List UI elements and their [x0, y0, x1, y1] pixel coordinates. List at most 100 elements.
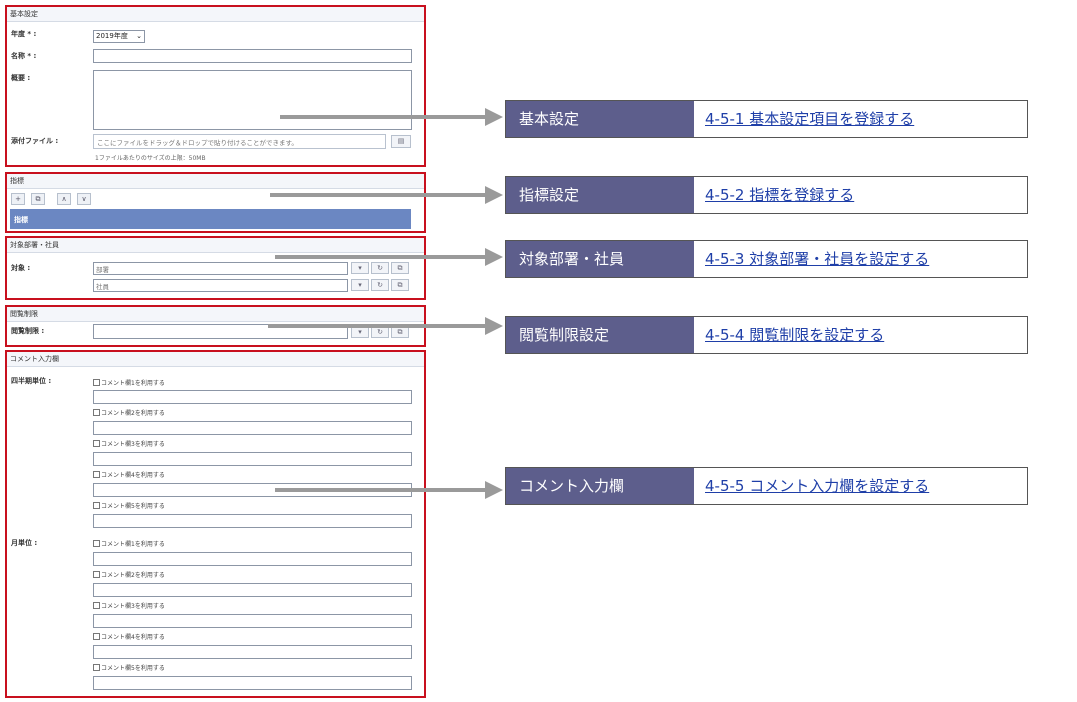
callout-link[interactable]: 4-5-3 対象部署・社員を設定する: [705, 241, 929, 277]
callout-category: 対象部署・社員: [506, 241, 694, 277]
callout-link[interactable]: 4-5-2 指標を登録する: [705, 177, 854, 213]
comment-input-q2[interactable]: [93, 421, 412, 435]
checkbox-label: コメント欄2を利用する: [101, 410, 165, 417]
comment-checkbox-m2[interactable]: コメント欄2を利用する: [93, 570, 165, 579]
file-picker-icon[interactable]: ▤: [391, 135, 411, 148]
comment-input-m1[interactable]: [93, 552, 412, 566]
arrow-head-icon: [485, 481, 503, 499]
comment-checkbox-m3[interactable]: コメント欄3を利用する: [93, 601, 165, 610]
name-input[interactable]: [93, 49, 412, 63]
move-down-icon[interactable]: ∨: [77, 193, 91, 205]
checkbox[interactable]: [93, 664, 100, 671]
arrow-line: [275, 255, 486, 259]
comment-input-m3[interactable]: [93, 614, 412, 628]
section-targets: 対象部署・社員 対象 : 部署 ▾ ↻ ⧉ 社員 ▾ ↻ ⧉: [5, 236, 426, 300]
callout-link[interactable]: 4-5-5 コメント入力欄を設定する: [705, 468, 929, 504]
section-title: コメント入力欄: [7, 352, 424, 367]
callout-basic-settings: 基本設定 4-5-1 基本設定項目を登録する: [505, 100, 1028, 138]
arrow-head-icon: [485, 317, 503, 335]
checkbox[interactable]: [93, 633, 100, 640]
department-input[interactable]: 部署: [93, 262, 348, 275]
name-label: 名称 * :: [11, 52, 37, 60]
comment-checkbox-q2[interactable]: コメント欄2を利用する: [93, 408, 165, 417]
summary-textarea[interactable]: [93, 70, 412, 130]
target-label: 対象 :: [11, 264, 31, 272]
callout-comment-fields: コメント入力欄 4-5-5 コメント入力欄を設定する: [505, 467, 1028, 505]
checkbox-label: コメント欄5を利用する: [101, 503, 165, 510]
arrow-line: [270, 193, 486, 197]
checkbox[interactable]: [93, 440, 100, 447]
viewing-restriction-label: 閲覧制限 :: [11, 327, 45, 335]
indicator-table-header: 指標: [10, 209, 411, 229]
checkbox[interactable]: [93, 602, 100, 609]
arrow-head-icon: [485, 186, 503, 204]
comment-input-m5[interactable]: [93, 676, 412, 690]
arrow-line: [268, 324, 486, 328]
checkbox-label: コメント欄2を利用する: [101, 572, 165, 579]
section-title: 対象部署・社員: [7, 238, 424, 253]
comment-checkbox-m1[interactable]: コメント欄1を利用する: [93, 539, 165, 548]
add-icon[interactable]: +: [11, 193, 25, 205]
department-placeholder: 部署: [96, 266, 109, 274]
employee-placeholder: 社員: [96, 283, 109, 291]
callout-link[interactable]: 4-5-1 基本設定項目を登録する: [705, 101, 914, 137]
year-label: 年度 * :: [11, 30, 37, 38]
attachment-label: 添付ファイル :: [11, 137, 59, 145]
year-select-value: 2019年度: [96, 32, 128, 40]
checkbox[interactable]: [93, 379, 100, 386]
comment-checkbox-q5[interactable]: コメント欄5を利用する: [93, 501, 165, 510]
select-dialog-icon[interactable]: ⧉: [391, 279, 409, 291]
move-up-icon[interactable]: ∧: [57, 193, 71, 205]
comment-input-m2[interactable]: [93, 583, 412, 597]
section-title: 閲覧制限: [7, 307, 424, 322]
employee-input[interactable]: 社員: [93, 279, 348, 292]
comment-checkbox-m5[interactable]: コメント欄5を利用する: [93, 663, 165, 672]
chevron-down-icon[interactable]: ▾: [351, 262, 369, 274]
select-dialog-icon[interactable]: ⧉: [391, 262, 409, 274]
checkbox-label: コメント欄4を利用する: [101, 634, 165, 641]
arrow-line: [275, 488, 486, 492]
reset-icon[interactable]: ↻: [371, 262, 389, 274]
comment-input-q1[interactable]: [93, 390, 412, 404]
indicator-header-label: 指標: [14, 216, 28, 224]
quarterly-label: 四半期単位 :: [11, 377, 52, 385]
checkbox[interactable]: [93, 409, 100, 416]
arrow-head-icon: [485, 108, 503, 126]
section-title: 基本設定: [7, 7, 424, 22]
summary-label: 概要 :: [11, 74, 31, 82]
checkbox-label: コメント欄1を利用する: [101, 541, 165, 548]
section-title: 指標: [7, 174, 424, 189]
comment-checkbox-q4[interactable]: コメント欄4を利用する: [93, 470, 165, 479]
checkbox-label: コメント欄4を利用する: [101, 472, 165, 479]
copy-icon[interactable]: ⧉: [31, 193, 45, 205]
attachment-placeholder: ここにファイルをドラッグ＆ドロップで貼り付けることができます。: [97, 139, 298, 147]
callout-indicators: 指標設定 4-5-2 指標を登録する: [505, 176, 1028, 214]
comment-checkbox-q3[interactable]: コメント欄3を利用する: [93, 439, 165, 448]
arrow-line: [280, 115, 486, 119]
comment-input-q3[interactable]: [93, 452, 412, 466]
checkbox[interactable]: [93, 471, 100, 478]
callout-link[interactable]: 4-5-4 閲覧制限を設定する: [705, 317, 884, 353]
section-basic-settings: 基本設定 年度 * : 2019年度 ⌄ 名称 * : 概要 : 添付ファイル …: [5, 5, 426, 167]
checkbox-label: コメント欄3を利用する: [101, 603, 165, 610]
checkbox-label: コメント欄1を利用する: [101, 380, 165, 387]
checkbox-label: コメント欄5を利用する: [101, 665, 165, 672]
checkbox[interactable]: [93, 571, 100, 578]
chevron-down-icon[interactable]: ▾: [351, 279, 369, 291]
checkbox[interactable]: [93, 502, 100, 509]
comment-input-m4[interactable]: [93, 645, 412, 659]
callout-category: 閲覧制限設定: [506, 317, 694, 353]
comment-checkbox-m4[interactable]: コメント欄4を利用する: [93, 632, 165, 641]
arrow-head-icon: [485, 248, 503, 266]
checkbox[interactable]: [93, 540, 100, 547]
monthly-label: 月単位 :: [11, 539, 38, 547]
attachment-size-hint: 1ファイルあたりのサイズの上限：50MB: [95, 155, 206, 162]
attachment-dropzone[interactable]: ここにファイルをドラッグ＆ドロップで貼り付けることができます。: [93, 134, 386, 149]
callout-category: コメント入力欄: [506, 468, 694, 504]
callout-category: 基本設定: [506, 101, 694, 137]
comment-input-q5[interactable]: [93, 514, 412, 528]
chevron-down-icon: ⌄: [136, 32, 142, 40]
comment-checkbox-q1[interactable]: コメント欄1を利用する: [93, 378, 165, 387]
reset-icon[interactable]: ↻: [371, 279, 389, 291]
year-select[interactable]: 2019年度 ⌄: [93, 30, 145, 43]
